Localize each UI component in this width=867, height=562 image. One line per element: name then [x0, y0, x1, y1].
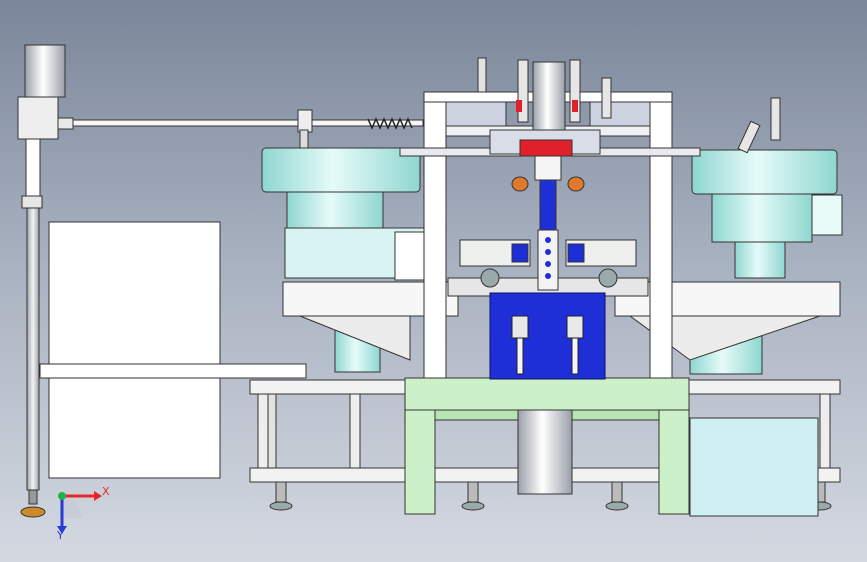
axis-triad: [57, 491, 102, 534]
horizontal-arm: [57, 109, 424, 149]
axis-y-label: Y: [57, 529, 64, 542]
center-lower-cylinder: [517, 409, 573, 495]
right-cabinet: [689, 417, 819, 517]
machine-assembly-drawing: [17, 44, 843, 534]
blue-block: [489, 292, 606, 380]
cad-viewport[interactable]: X Y: [0, 0, 867, 562]
axis-x-label: X: [102, 485, 110, 498]
